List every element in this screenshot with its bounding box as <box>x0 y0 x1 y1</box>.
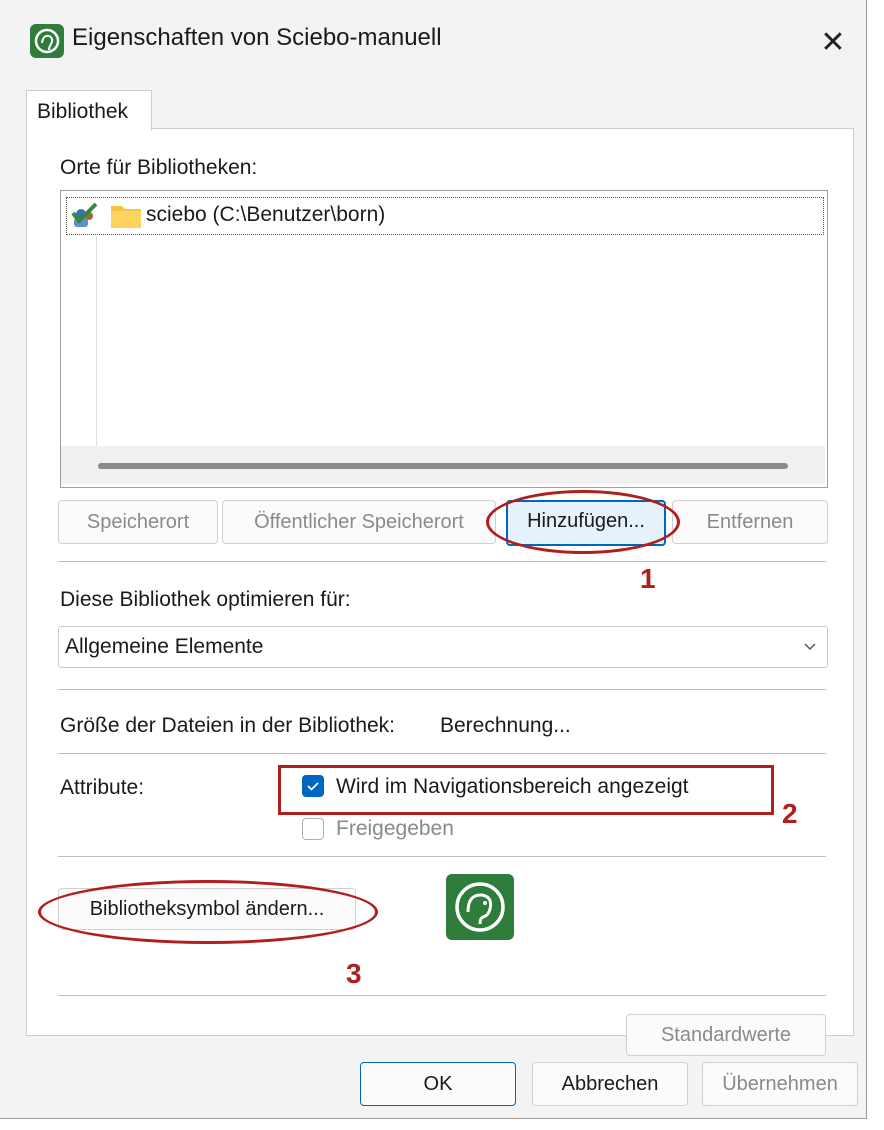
title-bar: Eigenschaften von Sciebo-manuell ✕ <box>0 0 866 90</box>
chevron-down-icon <box>803 639 817 658</box>
size-value: Berechnung... <box>440 714 571 737</box>
tab-label: Bibliothek <box>37 100 129 123</box>
optimize-heading: Diese Bibliothek optimieren für: <box>60 588 351 611</box>
library-icon-preview <box>446 874 514 940</box>
attributes-label: Attribute: <box>60 776 145 799</box>
annotation-oval-1 <box>486 490 680 554</box>
optimize-select[interactable]: Allgemeine Elemente <box>58 626 828 668</box>
apply-button[interactable]: Übernehmen <box>702 1062 858 1106</box>
annotation-rect-2 <box>278 765 774 815</box>
size-label: Größe der Dateien in der Bibliothek: <box>60 714 396 737</box>
public-location-button[interactable]: Öffentlicher Speicherort <box>222 500 496 544</box>
shared-checkbox[interactable] <box>302 818 324 840</box>
optimize-selected-value: Allgemeine Elemente <box>65 635 264 658</box>
close-icon[interactable]: ✕ <box>808 18 858 68</box>
defaults-button[interactable]: Standardwerte <box>626 1014 826 1056</box>
tab-bibliothek[interactable]: Bibliothek <box>26 90 152 131</box>
cancel-button[interactable]: Abbrechen <box>532 1062 688 1106</box>
folder-icon <box>110 203 142 229</box>
annotation-number-3: 3 <box>346 958 362 989</box>
separator <box>58 753 826 754</box>
annotation-number-2: 2 <box>782 798 798 829</box>
library-location-icon <box>70 201 100 229</box>
sciebo-app-icon <box>30 24 64 58</box>
annotation-number-1: 1 <box>640 563 656 594</box>
list-guide-line <box>96 236 97 446</box>
window-title: Eigenschaften von Sciebo-manuell <box>72 24 442 51</box>
separator <box>58 561 826 562</box>
separator <box>58 689 826 690</box>
remove-button[interactable]: Entfernen <box>672 500 828 544</box>
list-item-label: sciebo (C:\Benutzer\born) <box>146 203 386 226</box>
shared-label: Freigegeben <box>336 817 454 840</box>
ok-button[interactable]: OK <box>360 1062 516 1106</box>
separator <box>58 995 826 996</box>
locations-heading: Orte für Bibliotheken: <box>60 156 258 179</box>
scrollbar-thumb[interactable] <box>98 463 788 469</box>
annotation-oval-3 <box>38 880 378 944</box>
separator <box>58 856 826 857</box>
speicherort-button[interactable]: Speicherort <box>58 500 218 544</box>
